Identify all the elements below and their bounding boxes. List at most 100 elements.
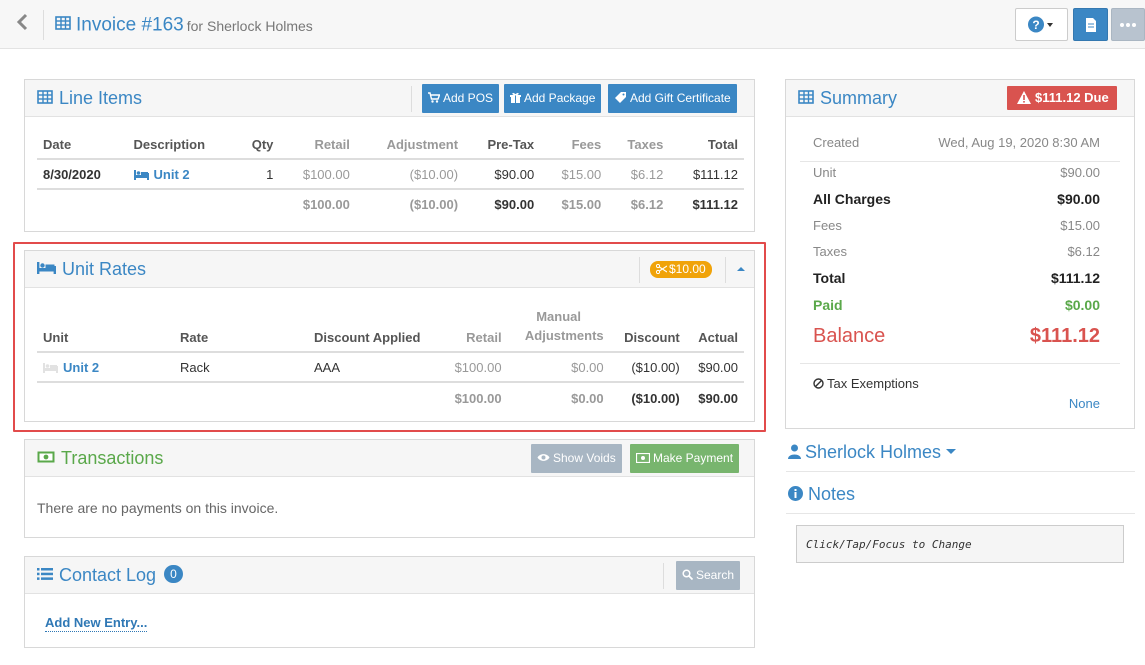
col-manual-adjustments: Manual Adjustments xyxy=(508,307,610,352)
money-icon xyxy=(37,451,55,463)
summary-title: Summary xyxy=(798,80,897,117)
summary-title-text: Summary xyxy=(820,88,898,108)
money-icon xyxy=(635,452,651,463)
eye-icon xyxy=(537,454,550,462)
summary-unit: Unit $90.00 xyxy=(813,161,1100,185)
collapse-button[interactable] xyxy=(731,259,751,279)
bed-icon xyxy=(133,170,149,181)
unit-link[interactable]: Unit 2 xyxy=(154,167,190,182)
transactions-title-text: Transactions xyxy=(61,448,164,468)
divider xyxy=(786,471,1135,472)
cart-icon xyxy=(428,92,441,104)
table-row: 8/30/2020 Unit 2 1 $100.00 ($10.00) $90.… xyxy=(37,159,744,189)
table-totals-row: $100.00 $0.00 ($10.00) $90.00 xyxy=(37,382,744,414)
col-retail: Retail xyxy=(466,330,502,345)
tax-exemptions-label: Tax Exemptions xyxy=(827,376,919,391)
col-qty: Qty xyxy=(251,137,274,152)
help-button[interactable]: ? xyxy=(1015,8,1068,41)
cell-empty xyxy=(128,189,236,219)
table-header-row: Date Description Qty Retail Adjustment P… xyxy=(37,131,744,159)
bed-icon xyxy=(43,363,58,374)
paid-value: $0.00 xyxy=(1064,297,1100,313)
cell-unit[interactable]: Unit 2 xyxy=(37,352,174,382)
all-charges-label: All Charges xyxy=(813,191,891,207)
no-payments-text: There are no payments on this invoice. xyxy=(37,500,279,516)
back-button[interactable] xyxy=(10,12,34,38)
unit-link[interactable]: Unit 2 xyxy=(63,360,99,375)
cell-retail: $100.00 xyxy=(302,166,350,182)
transactions-header: Transactions Show Voids Make Payment xyxy=(25,440,754,477)
paid-label: Paid xyxy=(813,297,843,313)
notes-title-text: Notes xyxy=(808,484,856,504)
customer-suffix: for Sherlock Holmes xyxy=(186,17,313,34)
fees-value: $15.00 xyxy=(1060,218,1100,233)
divider xyxy=(663,563,664,589)
customer-name: Sherlock Holmes xyxy=(805,442,942,462)
list-icon xyxy=(37,568,53,581)
total-pretax: $90.00 xyxy=(494,197,535,212)
total-retail: $100.00 xyxy=(302,197,350,212)
show-voids-button[interactable]: Show Voids xyxy=(531,444,622,473)
cell-empty xyxy=(308,382,441,414)
make-payment-label: Make Payment xyxy=(653,451,734,465)
contact-log-count-badge: 0 xyxy=(164,565,183,584)
contact-log-header: Contact Log 0 Search xyxy=(25,557,754,594)
notes-input[interactable]: Click/Tap/Focus to Change xyxy=(796,525,1124,563)
tax-exemptions: Tax Exemptions xyxy=(813,376,919,391)
ellipsis-icon xyxy=(1120,23,1136,27)
discount-badge-value: $10.00 xyxy=(669,262,706,276)
table-icon xyxy=(37,90,53,105)
add-gift-certificate-button[interactable]: Add Gift Certificate xyxy=(608,84,737,113)
transactions-title: Transactions xyxy=(37,440,163,477)
unit-rates-table: Unit Rate Discount Applied Retail Manual… xyxy=(37,307,744,414)
cell-description[interactable]: Unit 2 xyxy=(128,159,236,189)
bed-icon xyxy=(37,262,56,275)
unit-rates-panel: Unit Rates $10.00 Unit Rate Discount App… xyxy=(24,250,755,422)
add-pos-button[interactable]: Add POS xyxy=(422,84,500,113)
col-discount-applied: Discount Applied xyxy=(314,330,421,345)
svg-text:?: ? xyxy=(1032,18,1039,32)
summary-header: Summary $111.12 Due xyxy=(786,80,1134,117)
col-fees: Fees xyxy=(571,137,602,152)
cell-discount-applied: AAA xyxy=(314,359,341,375)
col-pretax: Pre-Tax xyxy=(487,137,535,152)
customer-dropdown[interactable]: Sherlock Holmes xyxy=(788,440,957,464)
col-description: Description xyxy=(133,137,206,152)
scissors-icon xyxy=(655,263,668,274)
cell-adjustment: ($10.00) xyxy=(409,166,459,182)
cell-empty xyxy=(174,382,308,414)
total-discount: ($10.00) xyxy=(631,391,680,406)
unit-label: Unit xyxy=(813,165,837,180)
line-items-title: Line Items xyxy=(37,80,142,117)
col-manual-bottom: Adjustments xyxy=(524,328,604,343)
notes-title: Notes xyxy=(788,482,855,506)
contact-log-title: Contact Log 0 xyxy=(37,557,183,594)
divider xyxy=(43,10,44,40)
total-retail: $100.00 xyxy=(454,391,502,406)
add-gift-certificate-label: Add Gift Certificate xyxy=(630,91,731,105)
table-icon xyxy=(798,90,814,105)
search-button[interactable]: Search xyxy=(676,561,741,590)
cell-discount: ($10.00) xyxy=(631,359,680,375)
make-payment-button[interactable]: Make Payment xyxy=(630,444,740,473)
total-manual: $0.00 xyxy=(571,391,604,406)
due-badge: $111.12 Due xyxy=(1007,86,1117,110)
table-header-row: Unit Rate Discount Applied Retail Manual… xyxy=(37,307,744,352)
col-unit: Unit xyxy=(43,330,69,345)
more-button[interactable] xyxy=(1111,8,1145,41)
cell-manual: $0.00 xyxy=(571,359,604,375)
add-new-entry-link[interactable]: Add New Entry... xyxy=(45,615,148,632)
unit-rates-title-text: Unit Rates xyxy=(62,259,147,279)
col-rate: Rate xyxy=(180,330,209,345)
top-bar: Invoice #163 for Sherlock Holmes ? xyxy=(0,0,1145,49)
created-value: Wed, Aug 19, 2020 8:30 AM xyxy=(938,135,1100,150)
notes-placeholder: Click/Tap/Focus to Change xyxy=(806,538,972,551)
cell-actual: $90.00 xyxy=(698,359,738,375)
balance-label: Balance xyxy=(813,325,886,347)
chevron-left-icon xyxy=(16,13,28,31)
divider xyxy=(411,86,412,112)
cell-pretax: $90.00 xyxy=(494,166,535,182)
tax-exemptions-value[interactable]: None xyxy=(1069,396,1100,411)
document-button[interactable] xyxy=(1073,8,1108,41)
add-package-button[interactable]: Add Package xyxy=(504,84,602,113)
